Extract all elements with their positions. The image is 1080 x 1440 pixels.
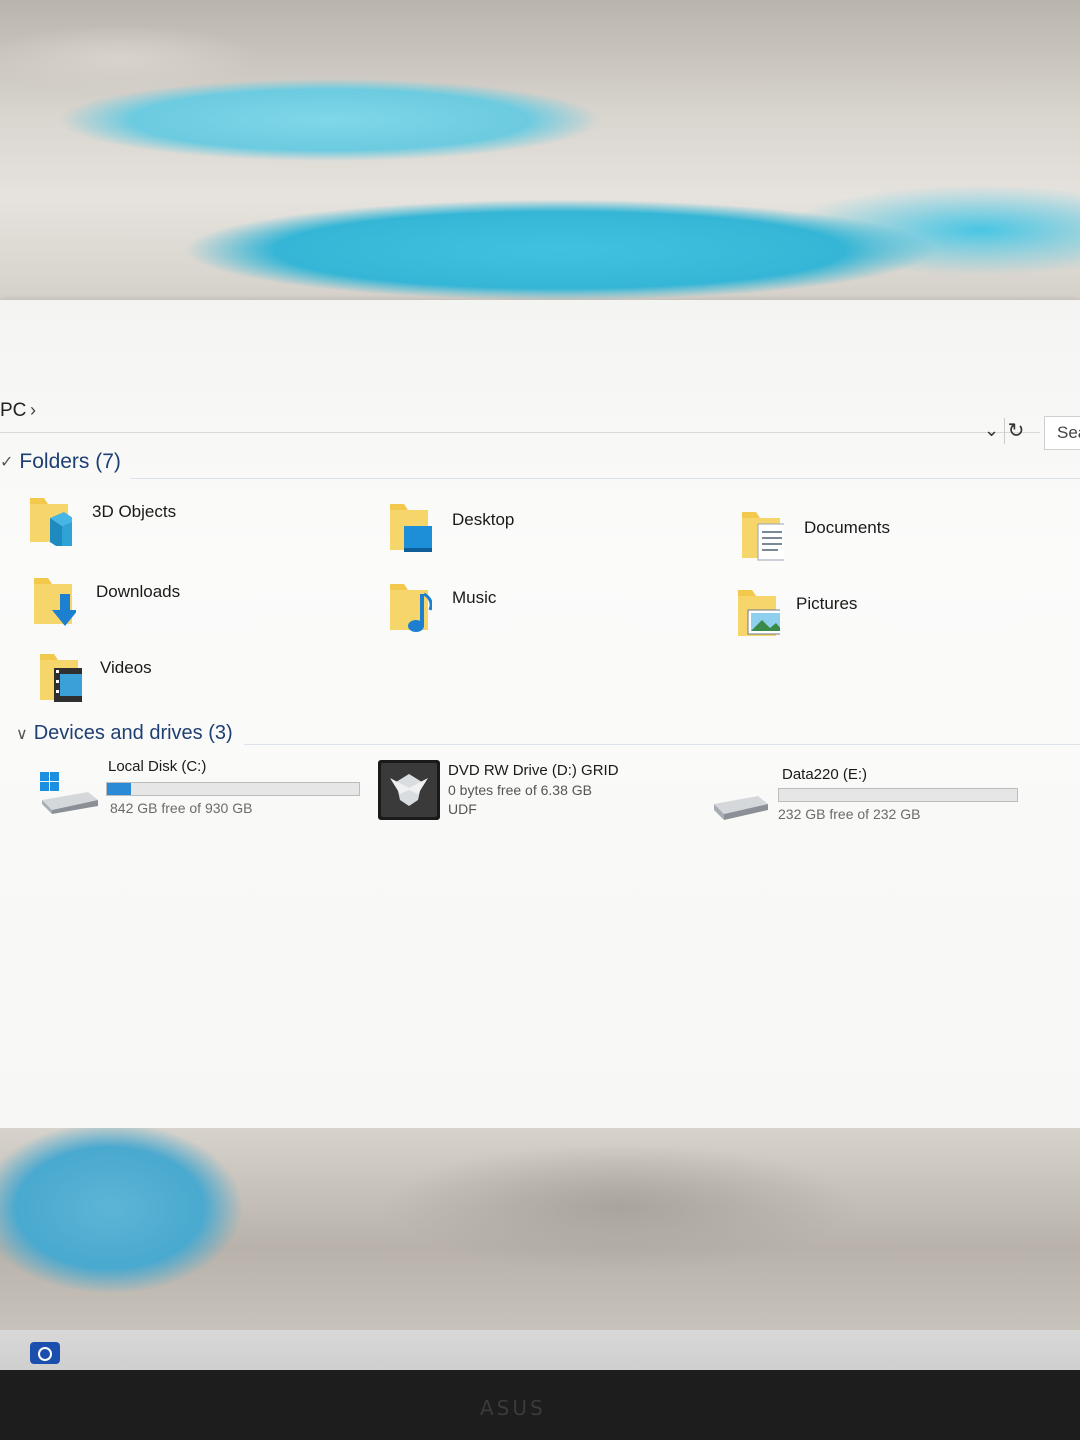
3d-objects-folder-icon bbox=[30, 498, 72, 546]
folder-label: 3D Objects bbox=[92, 502, 177, 521]
pictures-folder-icon bbox=[738, 590, 780, 636]
folder-item-videos[interactable]: Videos bbox=[38, 650, 338, 720]
collapse-chevron-icon[interactable]: ∨ bbox=[16, 724, 28, 744]
address-dropdown-chevron-icon[interactable]: ⌄ bbox=[984, 420, 999, 441]
folder-label: Documents bbox=[804, 518, 890, 537]
collapse-chevron-icon[interactable]: ✓ bbox=[0, 452, 13, 472]
drive-free-space: 0 bytes free of 6.38 GB bbox=[448, 782, 592, 798]
music-folder-icon bbox=[390, 584, 432, 632]
folder-item-3d-objects[interactable]: 3D Objects bbox=[28, 492, 328, 562]
drive-free-space: 842 GB free of 930 GB bbox=[110, 800, 253, 816]
capacity-bar bbox=[106, 782, 360, 796]
capacity-fill bbox=[107, 783, 131, 795]
drive-label: Data220 (E:) bbox=[782, 766, 868, 783]
folder-item-music[interactable]: Music bbox=[388, 580, 688, 650]
breadcrumb-pc[interactable]: PC bbox=[0, 400, 26, 422]
folder-label: Downloads bbox=[96, 582, 181, 601]
drives-section-title: Devices and drives (3) bbox=[33, 722, 233, 744]
drive-item-d[interactable]: DVD RW Drive (D:) GRID 0 bytes free of 6… bbox=[378, 758, 698, 822]
folder-label: Videos bbox=[100, 658, 152, 677]
monitor-brand-logo: ASUS bbox=[480, 1396, 546, 1420]
taskbar bbox=[0, 1330, 1080, 1370]
folder-label: Pictures bbox=[796, 594, 858, 613]
windows-drive-icon bbox=[40, 772, 98, 814]
desktop-folder-icon bbox=[390, 504, 432, 552]
search-box[interactable]: Sea bbox=[1044, 416, 1080, 450]
folder-label: Music bbox=[452, 588, 497, 607]
search-placeholder: Sea bbox=[1057, 423, 1080, 442]
folders-section-divider bbox=[130, 478, 1080, 479]
drive-label: Local Disk (C:) bbox=[108, 758, 207, 775]
capacity-bar bbox=[778, 788, 1018, 802]
address-bar[interactable]: PC › bbox=[0, 392, 1040, 433]
drives-section-divider bbox=[244, 744, 1080, 745]
folders-section-title: Folders (7) bbox=[19, 450, 121, 473]
folder-item-documents[interactable]: Documents bbox=[740, 508, 1040, 578]
breadcrumb-chevron-icon[interactable]: › bbox=[30, 400, 36, 421]
drive-item-c[interactable]: Local Disk (C:) 842 GB free of 930 GB bbox=[38, 756, 368, 820]
drives-section-header[interactable]: ∨ Devices and drives (3) bbox=[16, 722, 233, 745]
folders-section-header[interactable]: ✓ Folders (7) bbox=[0, 450, 121, 474]
camera-app-icon[interactable] bbox=[30, 1342, 60, 1364]
documents-folder-icon bbox=[742, 512, 784, 561]
videos-folder-icon bbox=[40, 654, 82, 702]
desktop-wallpaper-top bbox=[0, 0, 1080, 330]
hard-drive-icon bbox=[714, 796, 768, 820]
drive-free-space: 232 GB free of 232 GB bbox=[778, 806, 921, 822]
folder-item-pictures[interactable]: Pictures bbox=[736, 586, 1036, 656]
folder-item-desktop[interactable]: Desktop bbox=[388, 500, 688, 570]
downloads-folder-icon bbox=[34, 578, 76, 626]
drive-item-e[interactable]: Data220 (E:) 232 GB free of 232 GB bbox=[712, 762, 1032, 826]
drive-label: DVD RW Drive (D:) GRID bbox=[448, 762, 619, 779]
drive-filesystem: UDF bbox=[448, 801, 477, 817]
folder-item-downloads[interactable]: Downloads bbox=[32, 574, 332, 644]
refresh-icon[interactable]: ↻ bbox=[1004, 418, 1027, 444]
dvd-disc-icon bbox=[378, 760, 440, 820]
folder-label: Desktop bbox=[452, 510, 515, 529]
